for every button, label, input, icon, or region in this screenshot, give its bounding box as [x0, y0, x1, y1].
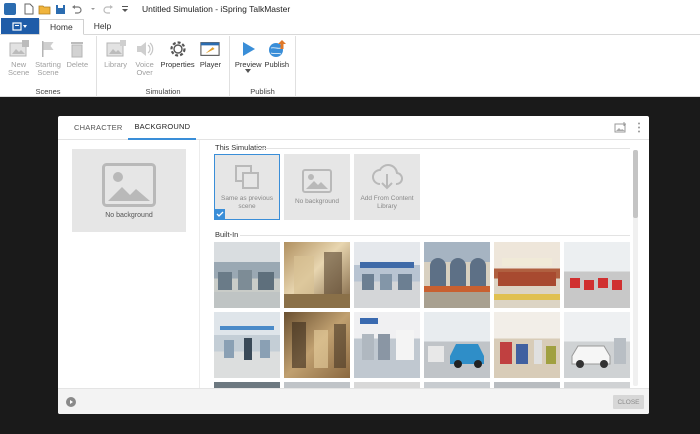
- tab-background[interactable]: BACKGROUND: [128, 116, 197, 140]
- file-menu-icon: [12, 21, 27, 31]
- publish-globe-icon: [267, 39, 287, 59]
- preview-dropdown-icon[interactable]: [245, 69, 252, 73]
- bg-option-same-as-previous[interactable]: Same as previous scene: [214, 154, 280, 220]
- bg-option-no-background[interactable]: No background: [284, 154, 350, 220]
- undo-dropdown-icon[interactable]: [86, 3, 99, 16]
- ribbon-tabs: Home Help: [0, 18, 700, 35]
- flag-icon: [38, 39, 58, 59]
- file-menu-button[interactable]: [1, 18, 39, 34]
- bg-thumbnail[interactable]: [424, 242, 490, 308]
- quick-access-toolbar: [22, 3, 134, 16]
- tab-home[interactable]: Home: [39, 19, 84, 35]
- bg-thumbnail[interactable]: [424, 312, 490, 378]
- gear-icon: [168, 39, 188, 59]
- open-folder-icon[interactable]: [38, 3, 51, 16]
- panel-divider: [199, 140, 200, 388]
- undo-icon[interactable]: [70, 3, 83, 16]
- section-built-in: Built-In: [215, 230, 239, 239]
- save-icon[interactable]: [54, 3, 67, 16]
- section-divider: [257, 148, 630, 149]
- scene-settings-dialog: CHARACTER BACKGROUND No background This …: [58, 116, 649, 414]
- dialog-top-icons: [614, 122, 641, 135]
- redo-icon[interactable]: [102, 3, 115, 16]
- selected-check-icon: [215, 209, 225, 219]
- app-icon: [4, 3, 16, 15]
- image-icon: [302, 168, 332, 193]
- new-file-icon[interactable]: [22, 3, 35, 16]
- ribbon-group-label: Scenes: [35, 87, 61, 96]
- speaker-icon: [135, 39, 155, 59]
- copy-icon: [235, 165, 259, 189]
- more-options-icon[interactable]: [637, 122, 641, 135]
- vertical-scrollbar[interactable]: [633, 150, 638, 386]
- cloud-download-icon: [372, 164, 403, 190]
- dialog-footer: CLOSE: [58, 388, 649, 414]
- window-title: Untitled Simulation - iSpring TalkMaster: [142, 4, 291, 14]
- new-scene-icon: [9, 39, 29, 59]
- bg-thumbnail[interactable]: [564, 312, 630, 378]
- ribbon: New Scene Starting Scene Delete Scenes L…: [0, 36, 700, 97]
- bg-thumbnail[interactable]: [284, 312, 350, 378]
- customize-toolbar-icon[interactable]: [118, 3, 131, 16]
- ribbon-group-publish: Preview Publish Publish: [230, 36, 296, 97]
- close-button[interactable]: CLOSE: [613, 395, 644, 409]
- tab-character[interactable]: CHARACTER: [68, 116, 128, 140]
- trash-icon: [67, 39, 87, 59]
- preview-label: No background: [105, 211, 153, 219]
- bg-thumbnail[interactable]: [214, 312, 280, 378]
- play-icon: [238, 39, 258, 59]
- add-image-icon[interactable]: [614, 122, 627, 135]
- background-preview: No background: [72, 149, 186, 232]
- bg-thumbnail[interactable]: [494, 312, 560, 378]
- scrollbar-thumb[interactable]: [633, 150, 638, 218]
- tab-help[interactable]: Help: [84, 18, 121, 34]
- help-icon[interactable]: [66, 397, 76, 407]
- ribbon-group-simulation: Library Voice Over Properties Player Sim…: [97, 36, 230, 97]
- ribbon-group-scenes: New Scene Starting Scene Delete Scenes: [0, 36, 97, 97]
- bg-thumbnail[interactable]: [564, 242, 630, 308]
- bg-thumbnail[interactable]: [214, 242, 280, 308]
- section-divider: [240, 235, 630, 236]
- ribbon-group-label: Publish: [250, 87, 275, 96]
- library-icon: [106, 39, 126, 59]
- image-placeholder-icon: [102, 162, 156, 207]
- bg-thumbnail[interactable]: [354, 242, 420, 308]
- player-icon: [200, 39, 221, 59]
- bg-option-add-from-library[interactable]: Add From Content Library: [354, 154, 420, 220]
- dialog-tabs: CHARACTER BACKGROUND: [58, 116, 649, 140]
- bg-thumbnail[interactable]: [354, 312, 420, 378]
- bg-thumbnail[interactable]: [494, 242, 560, 308]
- bg-thumbnail[interactable]: [284, 242, 350, 308]
- title-bar: Untitled Simulation - iSpring TalkMaster: [0, 0, 700, 18]
- ribbon-group-label: Simulation: [145, 87, 181, 96]
